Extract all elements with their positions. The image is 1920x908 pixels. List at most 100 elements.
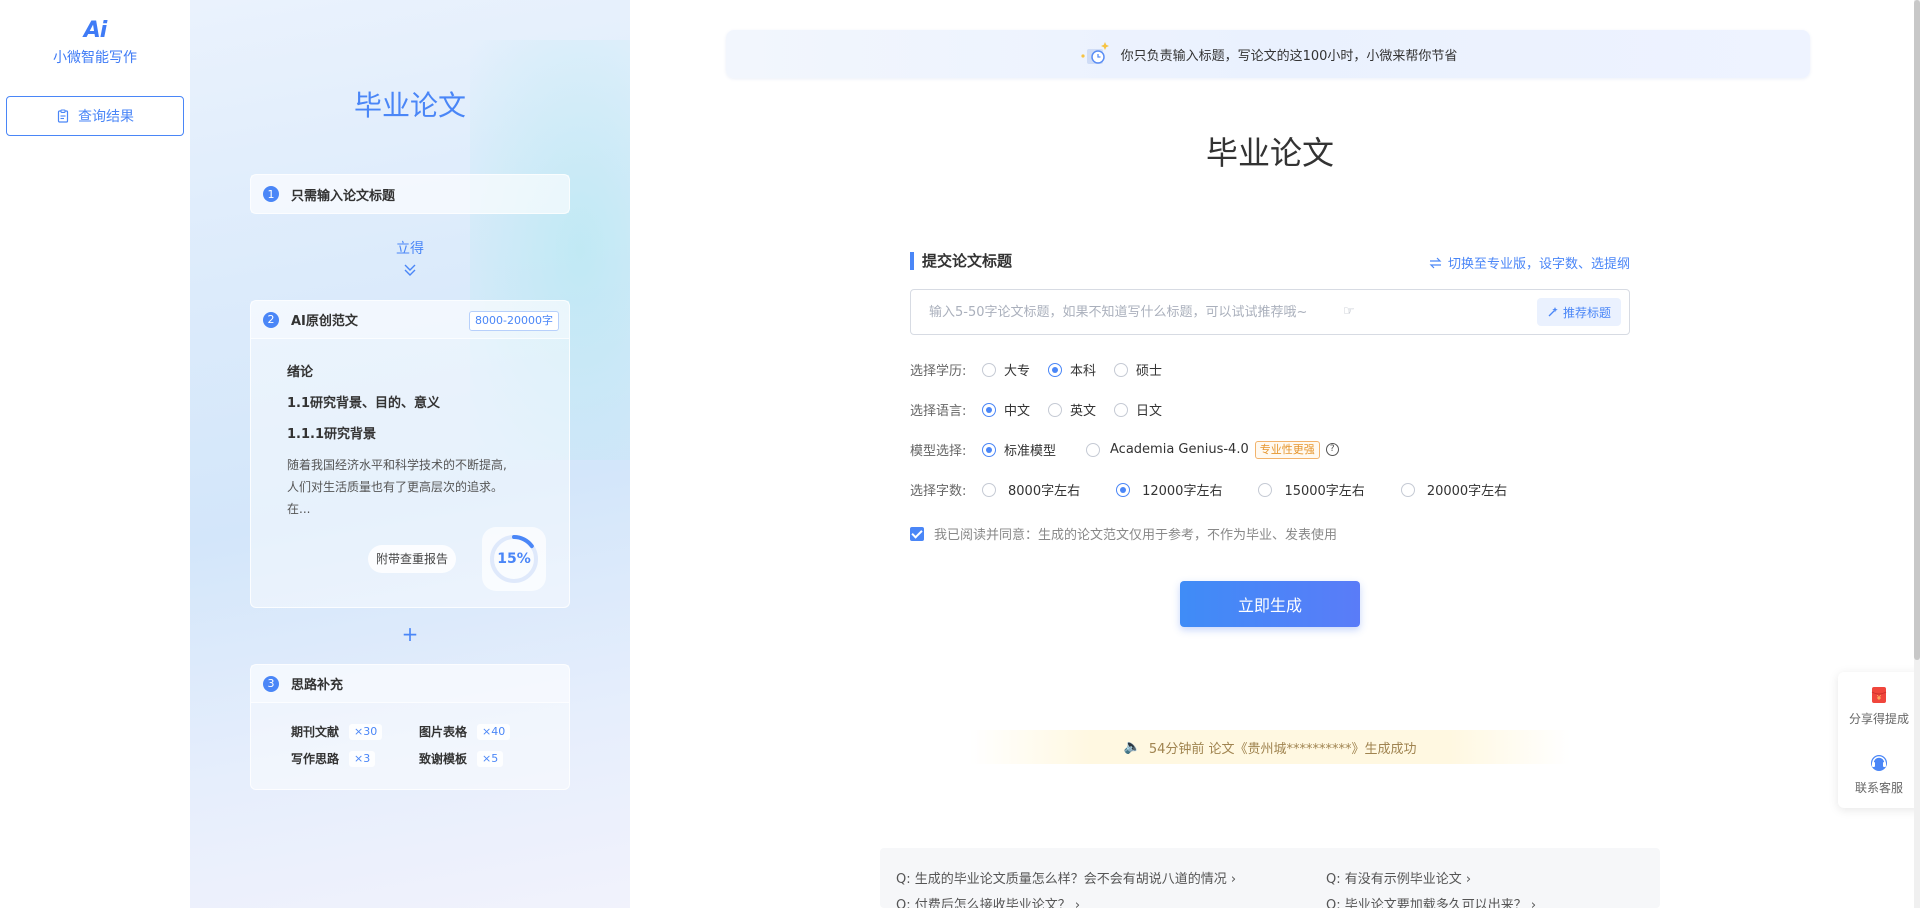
degree-label: 选择学历:: [910, 364, 967, 379]
query-results-button[interactable]: 查询结果: [6, 96, 184, 136]
step-1-card: 1 只需输入论文标题: [250, 174, 570, 214]
sample-paragraph-line: 人们对生活质量也有了更高层次的追求。: [287, 480, 504, 494]
chevron-right-icon: ›: [1230, 872, 1237, 887]
language-option-japanese[interactable]: 日文: [1114, 400, 1162, 419]
faq-item[interactable]: Q: 付费后怎么接收毕业论文？ ›: [896, 894, 1080, 908]
speaker-icon: 🔈: [1123, 739, 1141, 755]
intro-title: 毕业论文: [353, 89, 466, 122]
radio-icon: [1114, 402, 1129, 417]
step-2-label: AI原创范文: [291, 314, 358, 329]
words-option-15000[interactable]: 15000字左右: [1258, 480, 1365, 499]
help-icon[interactable]: ?: [1325, 443, 1339, 456]
scrollbar-thumb[interactable]: [1914, 0, 1920, 660]
red-envelope-icon: ¥: [1871, 686, 1887, 703]
contact-service-label: 联系客服: [1854, 780, 1903, 795]
degree-option-benke[interactable]: 本科: [1048, 360, 1096, 379]
radio-icon: [1258, 482, 1273, 497]
supplement-label: 期刊文献: [291, 725, 340, 739]
share-commission-button[interactable]: ¥ 分享得提成: [1838, 672, 1920, 740]
agree-text: 我已阅读并同意：生成的论文范文仅用于参考，不作为毕业、发表使用: [934, 528, 1338, 543]
headset-icon: [1871, 754, 1887, 771]
sample-paragraph-line: 在...: [287, 502, 311, 516]
radio-icon: [1048, 402, 1063, 417]
supplement-item: 图片表格 ×40: [419, 723, 547, 740]
option-label: 20000字左右: [1426, 484, 1508, 499]
floating-toolbar: ¥ 分享得提成 联系客服: [1838, 672, 1920, 808]
supplement-label: 致谢模板: [419, 752, 468, 766]
step-3-label: 思路补充: [291, 678, 344, 693]
recommend-title-button[interactable]: 推荐标题: [1536, 298, 1621, 326]
recommend-title-label: 推荐标题: [1562, 305, 1611, 320]
language-option-english[interactable]: 英文: [1048, 400, 1096, 419]
supplement-grid: 期刊文献 ×30 图片表格 ×40 写作思路 ×3 致谢模板 ×5: [251, 703, 569, 767]
option-label: 12000字左右: [1142, 484, 1223, 499]
supplement-item: 致谢模板 ×5: [419, 750, 547, 767]
swap-icon: [1429, 257, 1442, 268]
faq-item[interactable]: Q: 有没有示例毕业论文 ›: [1326, 868, 1471, 887]
chevron-right-icon: ›: [1530, 898, 1537, 908]
double-chevron-down-icon: [190, 262, 630, 282]
step-2-card: 2 AI原创范文 8000-20000字 绪论 1.1研究背景、目的、意义 1.…: [250, 300, 570, 608]
supplement-mult: ×5: [477, 750, 504, 767]
hand-pointer-icon: ☞: [1343, 304, 1355, 319]
logo-text: 小微智能写作: [53, 50, 137, 66]
model-row: 模型选择: 标准模型 Academia Genius-4.0 专业性更强 ?: [910, 440, 1339, 459]
words-option-12000[interactable]: 12000字左右: [1116, 480, 1222, 499]
faq-item[interactable]: Q: 毕业论文要加载多久可以出来？ ›: [1326, 894, 1536, 908]
words-option-20000[interactable]: 20000字左右: [1400, 480, 1508, 499]
main-title: 毕业论文: [1205, 134, 1334, 172]
supplement-item: 写作思路 ×3: [291, 750, 419, 767]
title-input[interactable]: [929, 290, 1489, 334]
words-label: 选择字数:: [910, 484, 967, 499]
agree-checkbox[interactable]: [910, 526, 924, 541]
top-banner: 你只负责输入标题，写论文的这100小时，小微来帮你节省: [726, 30, 1810, 78]
words-option-8000[interactable]: 8000字左右: [982, 480, 1080, 499]
pro-tag: 专业性更强: [1254, 440, 1320, 459]
option-label: 硕士: [1136, 364, 1163, 379]
step-1-number: 1: [263, 186, 279, 202]
model-option-academia[interactable]: Academia Genius-4.0: [1086, 442, 1249, 457]
chevron-right-icon: ›: [1074, 898, 1081, 908]
contact-service-button[interactable]: 联系客服: [1838, 740, 1920, 808]
supplement-item: 期刊文献 ×30: [291, 723, 419, 740]
option-label: 8000字左右: [1008, 484, 1081, 499]
model-option-standard[interactable]: 标准模型: [982, 440, 1056, 459]
option-label: 大专: [1004, 364, 1031, 379]
switch-pro-label: 切换至专业版，设字数、选提纲: [1447, 257, 1630, 272]
sample-heading-1: 绪论: [287, 365, 314, 380]
step-3-card: 3 思路补充 期刊文献 ×30 图片表格 ×40 写作思路 ×3 致谢模板 ×5: [250, 664, 570, 790]
faq-panel: Q: 生成的毕业论文质量怎么样？会不会有胡说八道的情况 › Q: 有没有示例毕业…: [880, 848, 1660, 908]
plus-icon: +: [401, 622, 419, 646]
option-label: 日文: [1136, 404, 1163, 419]
option-label: 英文: [1070, 404, 1097, 419]
left-nav: Ai 小微智能写作 查询结果: [0, 0, 190, 908]
section-label: 提交论文标题: [910, 252, 1012, 270]
radio-icon: [982, 362, 996, 377]
query-results-label: 查询结果: [78, 109, 134, 125]
faq-item[interactable]: Q: 生成的毕业论文质量怎么样？会不会有胡说八道的情况 ›: [896, 868, 1236, 887]
title-input-box: ☞ 推荐标题: [910, 289, 1630, 335]
sample-heading-2: 1.1研究背景、目的、意义: [287, 396, 441, 411]
svg-text:¥: ¥: [1877, 694, 1882, 702]
step-1-header: 1 只需输入论文标题: [251, 175, 569, 213]
agree-row: 我已阅读并同意：生成的论文范文仅用于参考，不作为毕业、发表使用: [910, 524, 1337, 543]
language-option-chinese[interactable]: 中文: [982, 400, 1030, 419]
switch-pro-link[interactable]: 切换至专业版，设字数、选提纲: [1429, 253, 1630, 272]
step-2-number: 2: [263, 311, 279, 328]
degree-option-dazhuan[interactable]: 大专: [982, 360, 1030, 379]
banner-text: 你只负责输入标题，写论文的这100小时，小微来帮你节省: [1120, 48, 1458, 64]
logo[interactable]: Ai 小微智能写作: [0, 18, 190, 67]
generate-button[interactable]: 立即生成: [1180, 581, 1360, 627]
sample-paragraph-line: 随着我国经济水平和科学技术的不断提高,: [287, 458, 507, 472]
language-row: 选择语言: 中文 英文 日文: [910, 400, 1180, 419]
step-3-header: 3 思路补充: [251, 665, 569, 703]
step-1-label: 只需输入论文标题: [291, 188, 396, 204]
model-label: 模型选择:: [910, 444, 967, 459]
language-label: 选择语言:: [910, 404, 967, 419]
report-tag: 附带查重报告: [368, 545, 457, 573]
degree-option-shuoshi[interactable]: 硕士: [1114, 360, 1162, 379]
radio-icon: [1400, 482, 1415, 497]
plagiarism-ring: 15%: [482, 527, 546, 591]
radio-selected-icon: [982, 402, 996, 417]
supplement-mult: ×3: [349, 750, 376, 767]
